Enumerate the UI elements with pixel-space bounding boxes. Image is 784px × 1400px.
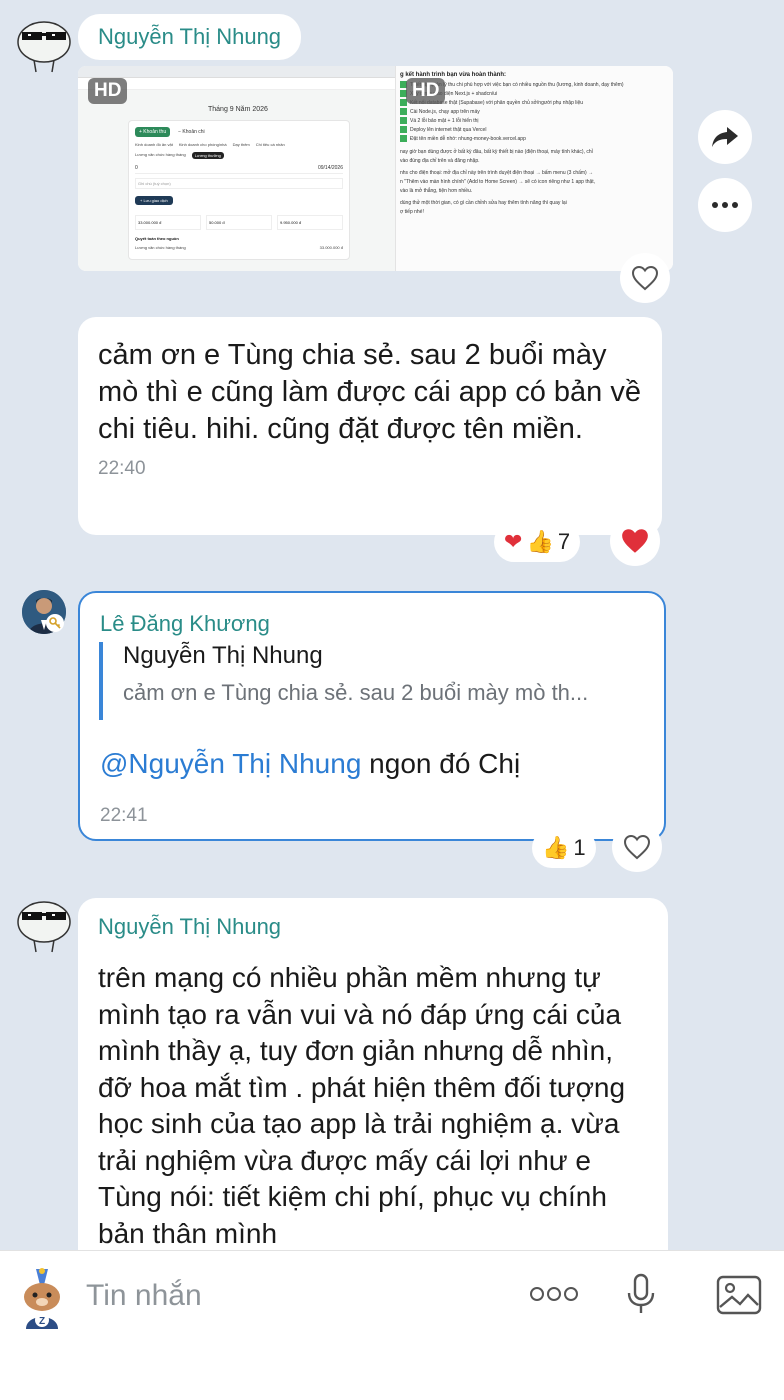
message-text: @Nguyễn Thị Nhung ngon đó Chị [100,748,521,779]
reaction-summary[interactable]: ❤ 👍 7 [494,522,581,562]
react-button[interactable] [620,253,670,303]
key-icon [49,617,61,629]
image-attachment[interactable]: Tháng 9 Năm 2026 + Khoản thu − Khoản chi… [78,66,673,271]
sender-name: Nguyễn Thị Nhung [98,914,282,939]
more-options-button[interactable] [698,178,752,232]
microphone-icon[interactable] [626,1273,656,1315]
share-icon [712,127,738,147]
hd-badge: HD [88,78,128,104]
share-button[interactable] [698,110,752,164]
svg-text:Z: Z [39,1316,45,1327]
sender-avatar[interactable] [12,892,76,956]
message-time: 22:40 [98,458,146,479]
heart-outline-icon [623,834,651,860]
message-text: cảm ơn e Tùng chia sẻ. sau 2 buổi mày mò… [98,339,641,445]
more-icon [712,202,738,208]
quoted-message[interactable]: Nguyễn Thị Nhung cảm ơn e Tùng chia sẻ. … [99,642,639,720]
react-button[interactable] [610,516,660,566]
sender-name: Lê Đăng Khương [100,611,270,636]
sender-avatar[interactable] [12,12,76,76]
chat-area[interactable]: Nguyễn Thị Nhung Tháng 9 Năm 2026 + Khoả… [0,0,784,1250]
heart-outline-icon [631,265,659,291]
thumbs-up-reaction-icon: 👍 [542,835,570,860]
message-bubble[interactable]: Nguyễn Thị Nhung trên mạng có nhiều phần… [78,898,668,1250]
thumbs-up-reaction-icon: 👍 [526,529,554,554]
sticker-avatar-icon[interactable]: Z [14,1267,70,1331]
sender-name: Nguyễn Thị Nhung [78,14,302,60]
quoted-sender: Nguyễn Thị Nhung [123,642,323,669]
heart-reaction-icon: ❤ [504,529,523,554]
message-composer: Z [0,1250,784,1400]
quoted-text: cảm ơn e Tùng chia sẻ. sau 2 buổi mày mò… [123,680,589,705]
reaction-summary[interactable]: 👍 1 [532,828,596,868]
message-time: 22:41 [100,805,148,826]
more-options-icon[interactable] [530,1286,578,1302]
hd-badge: HD [406,78,446,104]
react-button[interactable] [612,822,662,872]
heart-filled-icon [622,529,648,553]
key-badge [46,614,64,632]
message-bubble[interactable]: cảm ơn e Tùng chia sẻ. sau 2 buổi mày mò… [78,317,662,535]
mention-link[interactable]: @Nguyễn Thị Nhung [100,748,361,779]
reaction-count: 1 [573,835,586,860]
image-gallery-icon[interactable] [716,1275,762,1315]
reaction-count: 7 [557,529,571,554]
message-text: trên mạng có nhiều phần mềm nhưng tự mìn… [98,962,626,1249]
message-input[interactable] [86,1276,486,1316]
